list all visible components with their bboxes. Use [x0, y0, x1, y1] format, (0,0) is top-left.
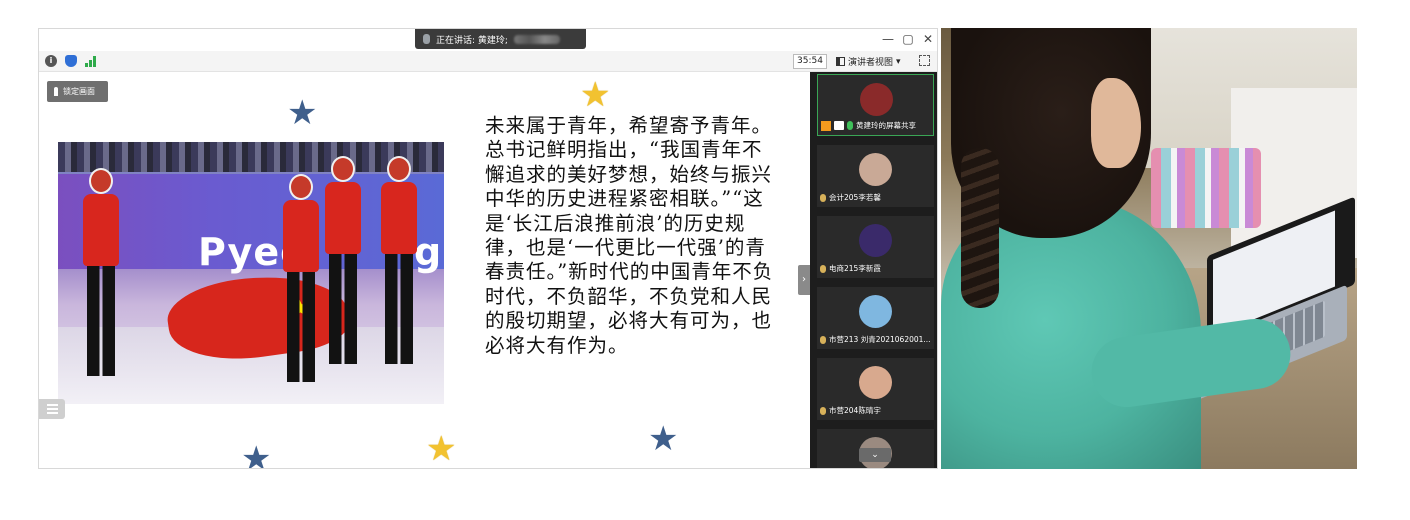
participant-name: 市营204陈晴宇 — [829, 406, 881, 415]
participant-caption: 黄建玲的屏幕共享 — [821, 119, 930, 132]
student-photo — [941, 28, 1357, 469]
participant-caption: 会计205李若馨 — [820, 191, 931, 204]
slide-paragraph: 未来属于青年，希望寄予青年。总书记鲜明指出，“我国青年不懈追求的美好梦想，始终与… — [485, 114, 774, 357]
screen-share-icon — [834, 121, 844, 130]
star-icon: ★ — [580, 75, 611, 115]
speed-skating-photo: Pyeo g ★ — [58, 142, 444, 404]
star-icon: ★ — [287, 93, 318, 133]
meeting-window: 正在讲话: 黄建玲; — ▢ ✕ i 35:54 演讲者视图 ▾ 锁定画面 ★ … — [38, 28, 938, 469]
meeting-toolbar: i 35:54 演讲者视图 ▾ — [39, 51, 937, 72]
participant-name: 会计205李若馨 — [829, 193, 881, 202]
mic-icon — [847, 121, 853, 130]
braid — [961, 148, 999, 308]
participant-tile[interactable]: 会计205李若馨 — [817, 145, 934, 207]
star-icon: ★ — [241, 439, 272, 469]
mic-icon — [820, 193, 826, 202]
star-icon: ★ — [648, 419, 679, 459]
participants-panel: 黄建玲的屏幕共享 会计205李若馨 电商215李新霞 市营213 刘青20210… — [810, 72, 937, 468]
participant-name: 电商215李新霞 — [829, 264, 881, 273]
participant-tile[interactable]: 电商215李新霞 — [817, 216, 934, 278]
lock-screen-button[interactable]: 锁定画面 — [47, 81, 108, 102]
pin-icon — [54, 87, 58, 96]
layout-icon — [836, 57, 845, 66]
scroll-down-button[interactable]: ⌄ — [859, 448, 891, 462]
lock-screen-label: 锁定画面 — [63, 87, 95, 96]
mic-icon — [820, 264, 826, 273]
title-bar: 正在讲话: 黄建玲; — ▢ ✕ — [39, 29, 937, 51]
presenter-badge-icon — [821, 120, 831, 131]
participant-caption: 市营213 刘青2021062001... — [820, 333, 931, 346]
menu-icon[interactable] — [39, 399, 65, 419]
participant-name: 市营213 刘青2021062001... — [829, 335, 931, 344]
participant-tile[interactable]: 市营204陈晴宇 — [817, 358, 934, 420]
fullscreen-icon[interactable] — [919, 55, 930, 66]
shield-icon[interactable] — [65, 55, 77, 67]
participant-tile[interactable]: 黄建玲的屏幕共享 — [817, 74, 934, 136]
info-icon[interactable]: i — [45, 55, 57, 67]
participant-name: 黄建玲的屏幕共享 — [856, 121, 916, 130]
screenshot-stage: 正在讲话: 黄建玲; — ▢ ✕ i 35:54 演讲者视图 ▾ 锁定画面 ★ … — [0, 0, 1410, 520]
blurred-name — [513, 34, 560, 44]
restore-button[interactable]: ▢ — [901, 32, 915, 46]
photo-banner-text-2: g — [414, 230, 443, 274]
mic-icon — [820, 406, 826, 415]
collapse-panel-button[interactable]: › — [798, 265, 810, 295]
meeting-timer: 35:54 — [793, 54, 827, 69]
presenter-view-button[interactable]: 演讲者视图 ▾ — [836, 54, 901, 69]
avatar — [859, 153, 892, 186]
avatar — [859, 224, 892, 257]
avatar — [860, 83, 893, 116]
speaking-text: 正在讲话: 黄建玲; — [436, 35, 508, 46]
participant-caption: 市营204陈晴宇 — [820, 404, 931, 417]
minimize-button[interactable]: — — [881, 32, 895, 46]
participant-tile[interactable]: 市营213 刘青2021062001... — [817, 287, 934, 349]
mic-icon — [423, 34, 430, 44]
star-icon: ★ — [426, 429, 457, 469]
presenter-view-label: 演讲者视图 — [848, 58, 894, 68]
signal-icon[interactable] — [85, 55, 97, 67]
close-button[interactable]: ✕ — [921, 32, 935, 46]
mic-icon — [820, 335, 826, 344]
shared-slide: 锁定画面 ★ ★ ★ ★ ★ Pyeo g ★ 未来属于青年，希望 — [39, 72, 810, 469]
avatar — [859, 366, 892, 399]
participant-caption: 电商215李新霞 — [820, 262, 931, 275]
speaking-indicator: 正在讲话: 黄建玲; — [415, 29, 586, 49]
chevron-down-icon: ▾ — [896, 56, 901, 67]
avatar — [859, 295, 892, 328]
